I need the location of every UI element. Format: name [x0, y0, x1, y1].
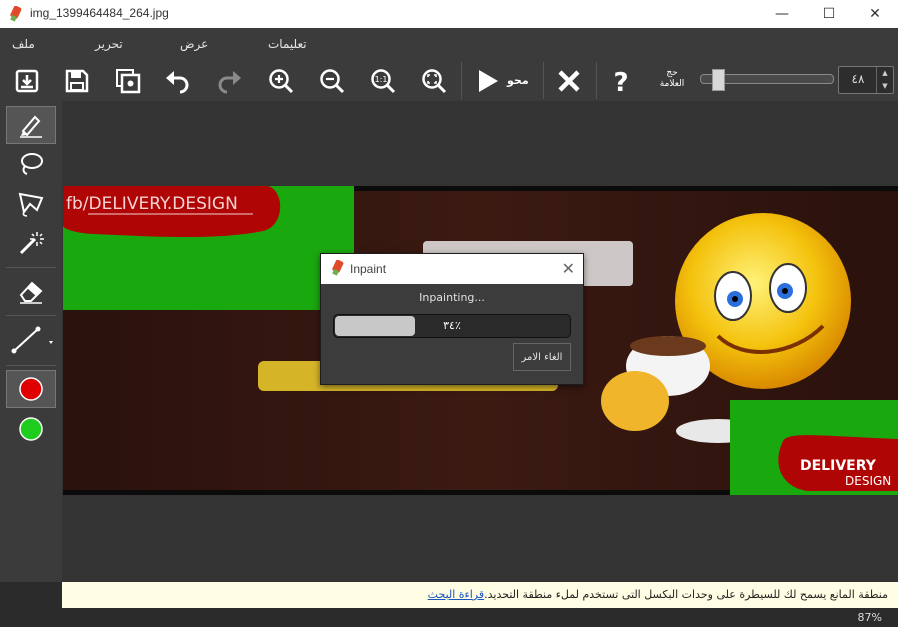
red-color-button[interactable]	[6, 370, 56, 408]
polygon-lasso-icon	[18, 192, 44, 217]
dialog-title-bar: Inpaint ✕	[321, 254, 583, 284]
progress-bar: ٣٤٪	[333, 314, 571, 338]
help-icon: ?	[613, 68, 628, 95]
menu-file[interactable]: ملف	[12, 37, 35, 51]
menu-view[interactable]: عرض	[180, 37, 208, 51]
marker-icon	[20, 115, 42, 138]
logo-text-design: DESIGN	[845, 474, 891, 488]
undo-button[interactable]	[161, 64, 195, 98]
title-bar: img_1399464484_264.jpg — ☐ ✕	[0, 0, 898, 28]
status-message: منطقة المانع يسمح لك للسيطرة على وحدات ا…	[428, 588, 888, 601]
zoom-actual-label: 1:1	[375, 75, 388, 84]
tool-separator	[6, 267, 56, 268]
toolbar-separator	[596, 62, 597, 99]
zoom-in-icon	[269, 69, 294, 94]
spin-down-icon[interactable]: ▼	[877, 80, 893, 93]
preview-icon	[116, 69, 141, 94]
redo-icon	[218, 71, 241, 94]
spin-arrows[interactable]: ▲ ▼	[876, 67, 893, 93]
save-button[interactable]	[60, 64, 94, 98]
dialog-close-icon[interactable]: ✕	[562, 259, 575, 278]
lasso-icon	[21, 153, 43, 175]
dialog-title: Inpaint	[350, 262, 387, 276]
zoom-in-button[interactable]	[264, 64, 298, 98]
status-text: منطقة المانع يسمح لك للسيطرة على وحدات ا…	[484, 588, 888, 601]
svg-text:?: ?	[613, 68, 628, 95]
zoom-actual-button[interactable]: 1:1	[366, 64, 400, 98]
minimize-button[interactable]: —	[759, 0, 805, 28]
window-title: img_1399464484_264.jpg	[30, 6, 169, 20]
inpaint-dialog: Inpaint ✕ Inpainting... ٣٤٪ الغاء الامر	[320, 253, 584, 385]
brush-size-label-line2: العلامة	[659, 79, 685, 89]
brush-size-label-line1: حج	[666, 68, 678, 78]
marker-tool-button[interactable]	[6, 106, 56, 144]
zoom-fit-button[interactable]	[417, 64, 451, 98]
brush-size-label: حج العلامة	[652, 68, 692, 90]
erase-run-button[interactable]	[470, 64, 504, 98]
status-bar: منطقة المانع يسمح لك للسيطرة على وحدات ا…	[62, 582, 898, 608]
redo-button[interactable]	[212, 64, 246, 98]
tool-separator	[6, 315, 56, 316]
bottom-bar: 87%	[0, 608, 898, 627]
line-tool-button[interactable]	[6, 321, 56, 359]
tool-panel	[0, 101, 62, 582]
zoom-actual-icon: 1:1	[371, 69, 396, 94]
read-more-link[interactable]: قراءة البحث	[428, 588, 484, 601]
close-icon: ✕	[869, 6, 881, 22]
eraser-icon	[19, 281, 43, 304]
open-button[interactable]	[10, 64, 44, 98]
clear-button[interactable]	[552, 64, 586, 98]
zoom-out-button[interactable]	[315, 64, 349, 98]
watermark-text: fb/DELIVERY.DESIGN	[66, 194, 238, 214]
undo-icon	[166, 71, 189, 94]
hand-image	[601, 371, 669, 431]
maximize-icon: ☐	[822, 6, 836, 22]
green-color-button[interactable]	[6, 410, 56, 448]
lasso-tool-button[interactable]	[6, 145, 56, 183]
open-icon	[15, 69, 39, 93]
zoom-fit-icon	[422, 69, 447, 94]
logo-text-delivery: DELIVERY	[800, 458, 877, 474]
green-color-icon	[19, 417, 43, 441]
close-x-icon	[558, 70, 580, 92]
app-icon	[10, 6, 22, 22]
minimize-icon: —	[775, 6, 789, 22]
maximize-button[interactable]: ☐	[806, 0, 852, 28]
menu-help[interactable]: تعليمات	[268, 37, 307, 51]
toolbar-separator	[461, 62, 462, 99]
line-icon	[11, 326, 53, 354]
dialog-message: Inpainting...	[419, 291, 485, 304]
erase-label: محو	[507, 74, 529, 87]
dialog-app-icon	[332, 260, 344, 276]
tool-separator	[6, 365, 56, 366]
eraser-tool-button[interactable]	[6, 272, 56, 310]
brush-size-spinbox[interactable]: ٤٨ ▲ ▼	[838, 66, 894, 94]
brush-size-slider-thumb[interactable]	[712, 69, 725, 91]
help-button[interactable]: ?	[604, 64, 638, 98]
polygon-lasso-tool-button[interactable]	[6, 185, 56, 223]
zoom-level: 87%	[857, 611, 882, 624]
save-icon	[65, 69, 89, 93]
progress-text: ٣٤٪	[443, 319, 461, 332]
toolbar-separator	[543, 62, 544, 99]
spin-up-icon[interactable]: ▲	[877, 67, 893, 80]
menu-bar: ملف تحرير عرض تعليمات	[0, 28, 898, 61]
close-button[interactable]: ✕	[852, 0, 898, 28]
zoom-out-icon	[320, 69, 345, 94]
play-icon	[479, 70, 498, 92]
red-color-icon	[19, 377, 43, 401]
magic-wand-icon	[19, 232, 44, 255]
cancel-button[interactable]: الغاء الامر	[513, 343, 571, 371]
dropdown-arrow-icon	[49, 341, 53, 344]
magic-wand-tool-button[interactable]	[6, 224, 56, 262]
brush-size-value: ٤٨	[851, 72, 865, 86]
menu-edit[interactable]: تحرير	[95, 37, 123, 51]
preview-button[interactable]	[111, 64, 145, 98]
